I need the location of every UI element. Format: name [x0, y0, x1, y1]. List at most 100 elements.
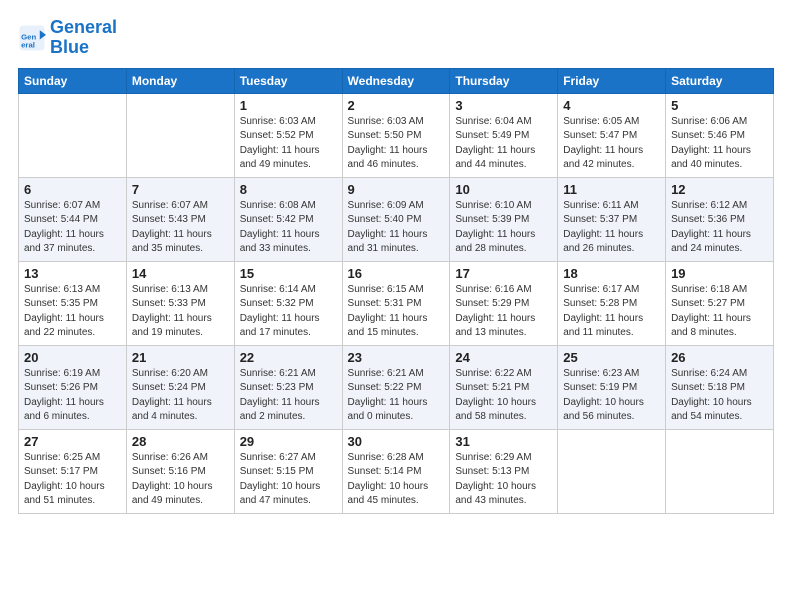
day-info: Sunrise: 6:07 AMSunset: 5:43 PMDaylight:… — [132, 200, 212, 255]
calendar-cell: 10Sunrise: 6:10 AMSunset: 5:39 PMDayligh… — [450, 177, 558, 261]
calendar-cell: 7 Sunrise: 6:07 AMSunset: 5:43 PMDaylight… — [126, 177, 234, 261]
day-info: Sunrise: 6:21 AMSunset: 5:23 PMDaylight:… — [240, 368, 320, 423]
calendar-header-row: SundayMondayTuesdayWednesdayThursdayFrid… — [19, 68, 774, 93]
calendar-cell: 19Sunrise: 6:18 AMSunset: 5:27 PMDayligh… — [666, 261, 774, 345]
day-number: 24 — [455, 350, 552, 365]
svg-text:eral: eral — [21, 40, 35, 49]
day-number: 20 — [24, 350, 121, 365]
day-info: Sunrise: 6:05 AMSunset: 5:47 PMDaylight:… — [563, 116, 643, 171]
calendar-week-row: 27 Sunrise: 6:25 AMSunset: 5:17 PMDayligh… — [19, 429, 774, 513]
calendar-cell: 16Sunrise: 6:15 AMSunset: 5:31 PMDayligh… — [342, 261, 450, 345]
day-number: 29 — [240, 434, 337, 449]
day-info: Sunrise: 6:07 AMSunset: 5:44 PMDaylight:… — [24, 200, 104, 255]
logo-general: General — [50, 17, 117, 37]
day-info: Sunrise: 6:23 AMSunset: 5:19 PMDaylight:… — [563, 368, 644, 423]
day-number: 18 — [563, 266, 660, 281]
page: Gen eral General Blue SundayMondayTuesda… — [0, 0, 792, 612]
day-info: Sunrise: 6:22 AMSunset: 5:21 PMDaylight:… — [455, 368, 536, 423]
day-number: 10 — [455, 182, 552, 197]
weekday-header: Wednesday — [342, 68, 450, 93]
day-number: 26 — [671, 350, 768, 365]
day-number: 14 — [132, 266, 229, 281]
day-info: Sunrise: 6:09 AMSunset: 5:40 PMDaylight:… — [348, 200, 428, 255]
day-number: 8 — [240, 182, 337, 197]
day-info: Sunrise: 6:14 AMSunset: 5:32 PMDaylight:… — [240, 284, 320, 339]
calendar-cell: 31 Sunrise: 6:29 AMSunset: 5:13 PMDayligh… — [450, 429, 558, 513]
calendar-cell: 21Sunrise: 6:20 AMSunset: 5:24 PMDayligh… — [126, 345, 234, 429]
weekday-header: Tuesday — [234, 68, 342, 93]
day-info: Sunrise: 6:04 AMSunset: 5:49 PMDaylight:… — [455, 116, 535, 171]
calendar-cell: 30 Sunrise: 6:28 AMSunset: 5:14 PMDayligh… — [342, 429, 450, 513]
day-number: 9 — [348, 182, 445, 197]
day-number: 30 — [348, 434, 445, 449]
day-info: Sunrise: 6:03 AMSunset: 5:50 PMDaylight:… — [348, 116, 428, 171]
day-number: 22 — [240, 350, 337, 365]
calendar-cell: 15Sunrise: 6:14 AMSunset: 5:32 PMDayligh… — [234, 261, 342, 345]
day-number: 5 — [671, 98, 768, 113]
day-info: Sunrise: 6:29 AMSunset: 5:13 PMDaylight:… — [455, 452, 536, 507]
day-info: Sunrise: 6:26 AMSunset: 5:16 PMDaylight:… — [132, 452, 213, 507]
day-number: 3 — [455, 98, 552, 113]
day-info: Sunrise: 6:17 AMSunset: 5:28 PMDaylight:… — [563, 284, 643, 339]
day-number: 12 — [671, 182, 768, 197]
weekday-header: Monday — [126, 68, 234, 93]
logo-blue: Blue — [50, 37, 89, 57]
calendar-cell — [666, 429, 774, 513]
logo-text: General Blue — [50, 18, 117, 58]
calendar-cell: 9 Sunrise: 6:09 AMSunset: 5:40 PMDaylight… — [342, 177, 450, 261]
day-number: 19 — [671, 266, 768, 281]
calendar-week-row: 1 Sunrise: 6:03 AMSunset: 5:52 PMDaylight… — [19, 93, 774, 177]
calendar-cell: 4 Sunrise: 6:05 AMSunset: 5:47 PMDaylight… — [558, 93, 666, 177]
calendar-cell — [19, 93, 127, 177]
calendar-cell: 18 Sunrise: 6:17 AMSunset: 5:28 PMDayligh… — [558, 261, 666, 345]
calendar-week-row: 20 Sunrise: 6:19 AMSunset: 5:26 PMDayligh… — [19, 345, 774, 429]
day-info: Sunrise: 6:24 AMSunset: 5:18 PMDaylight:… — [671, 368, 752, 423]
calendar-cell: 17Sunrise: 6:16 AMSunset: 5:29 PMDayligh… — [450, 261, 558, 345]
calendar-cell: 14 Sunrise: 6:13 AMSunset: 5:33 PMDayligh… — [126, 261, 234, 345]
calendar-cell: 24 Sunrise: 6:22 AMSunset: 5:21 PMDayligh… — [450, 345, 558, 429]
calendar-cell: 25 Sunrise: 6:23 AMSunset: 5:19 PMDayligh… — [558, 345, 666, 429]
day-number: 7 — [132, 182, 229, 197]
day-info: Sunrise: 6:11 AMSunset: 5:37 PMDaylight:… — [563, 200, 643, 255]
calendar-cell: 26 Sunrise: 6:24 AMSunset: 5:18 PMDayligh… — [666, 345, 774, 429]
calendar-cell: 8 Sunrise: 6:08 AMSunset: 5:42 PMDaylight… — [234, 177, 342, 261]
day-info: Sunrise: 6:06 AMSunset: 5:46 PMDaylight:… — [671, 116, 751, 171]
header: Gen eral General Blue — [18, 18, 774, 58]
day-info: Sunrise: 6:13 AMSunset: 5:35 PMDaylight:… — [24, 284, 104, 339]
calendar-cell: 5 Sunrise: 6:06 AMSunset: 5:46 PMDaylight… — [666, 93, 774, 177]
day-number: 27 — [24, 434, 121, 449]
day-number: 2 — [348, 98, 445, 113]
weekday-header: Sunday — [19, 68, 127, 93]
calendar-cell — [126, 93, 234, 177]
day-info: Sunrise: 6:28 AMSunset: 5:14 PMDaylight:… — [348, 452, 429, 507]
calendar-cell: 3 Sunrise: 6:04 AMSunset: 5:49 PMDaylight… — [450, 93, 558, 177]
calendar-cell: 28Sunrise: 6:26 AMSunset: 5:16 PMDayligh… — [126, 429, 234, 513]
calendar-cell: 11Sunrise: 6:11 AMSunset: 5:37 PMDayligh… — [558, 177, 666, 261]
day-info: Sunrise: 6:20 AMSunset: 5:24 PMDaylight:… — [132, 368, 212, 423]
day-number: 31 — [455, 434, 552, 449]
day-info: Sunrise: 6:19 AMSunset: 5:26 PMDaylight:… — [24, 368, 104, 423]
calendar-week-row: 13 Sunrise: 6:13 AMSunset: 5:35 PMDayligh… — [19, 261, 774, 345]
calendar-table: SundayMondayTuesdayWednesdayThursdayFrid… — [18, 68, 774, 514]
day-number: 1 — [240, 98, 337, 113]
day-info: Sunrise: 6:16 AMSunset: 5:29 PMDaylight:… — [455, 284, 535, 339]
calendar-cell: 22 Sunrise: 6:21 AMSunset: 5:23 PMDayligh… — [234, 345, 342, 429]
day-info: Sunrise: 6:12 AMSunset: 5:36 PMDaylight:… — [671, 200, 751, 255]
day-info: Sunrise: 6:21 AMSunset: 5:22 PMDaylight:… — [348, 368, 428, 423]
weekday-header: Thursday — [450, 68, 558, 93]
day-number: 4 — [563, 98, 660, 113]
calendar-cell: 20 Sunrise: 6:19 AMSunset: 5:26 PMDayligh… — [19, 345, 127, 429]
day-number: 6 — [24, 182, 121, 197]
calendar-cell: 1 Sunrise: 6:03 AMSunset: 5:52 PMDaylight… — [234, 93, 342, 177]
day-info: Sunrise: 6:03 AMSunset: 5:52 PMDaylight:… — [240, 116, 320, 171]
day-info: Sunrise: 6:13 AMSunset: 5:33 PMDaylight:… — [132, 284, 212, 339]
day-number: 16 — [348, 266, 445, 281]
calendar-cell: 12 Sunrise: 6:12 AMSunset: 5:36 PMDayligh… — [666, 177, 774, 261]
day-info: Sunrise: 6:08 AMSunset: 5:42 PMDaylight:… — [240, 200, 320, 255]
calendar-cell: 29 Sunrise: 6:27 AMSunset: 5:15 PMDayligh… — [234, 429, 342, 513]
day-info: Sunrise: 6:27 AMSunset: 5:15 PMDaylight:… — [240, 452, 321, 507]
day-number: 13 — [24, 266, 121, 281]
day-number: 25 — [563, 350, 660, 365]
day-info: Sunrise: 6:25 AMSunset: 5:17 PMDaylight:… — [24, 452, 105, 507]
calendar-cell: 27 Sunrise: 6:25 AMSunset: 5:17 PMDayligh… — [19, 429, 127, 513]
